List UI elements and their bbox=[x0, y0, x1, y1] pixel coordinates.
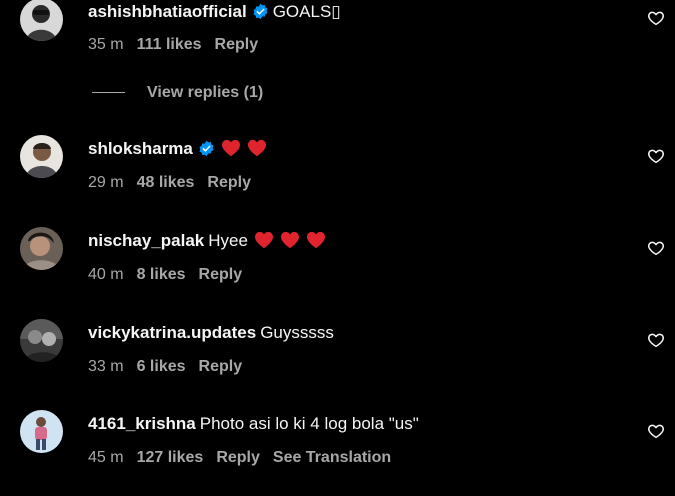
divider-line bbox=[92, 92, 125, 94]
likes-count[interactable]: 111 likes bbox=[137, 36, 202, 53]
comment-meta: 33 m 6 likes Reply bbox=[88, 357, 255, 377]
red-heart-emoji bbox=[254, 231, 273, 249]
heart-outline-icon bbox=[648, 424, 664, 439]
avatar[interactable] bbox=[20, 410, 63, 453]
comment: 4161_krishna Photo asi lo ki 4 log bola "… bbox=[0, 410, 675, 490]
comment-line: ashishbhatiaofficial GOALS▯ bbox=[88, 1, 341, 23]
avatar[interactable] bbox=[20, 319, 63, 362]
view-replies-button[interactable]: View replies (1) bbox=[92, 82, 263, 104]
comment-meta: 29 m 48 likes Reply bbox=[88, 173, 264, 193]
likes-count[interactable]: 48 likes bbox=[137, 174, 195, 191]
timestamp[interactable]: 29 m bbox=[88, 174, 124, 191]
likes-count[interactable]: 127 likes bbox=[137, 449, 204, 466]
comment-line: 4161_krishna Photo asi lo ki 4 log bola "… bbox=[88, 413, 419, 435]
comment-line: nischay_palak Hyee bbox=[88, 230, 326, 252]
avatar[interactable] bbox=[20, 135, 63, 178]
comment: shloksharma 29 m 48 likes Reply bbox=[0, 135, 675, 215]
username[interactable]: vickykatrina.updates bbox=[88, 323, 256, 342]
reply-button[interactable]: Reply bbox=[199, 358, 243, 375]
comment-text: Photo asi lo ki 4 log bola "us" bbox=[199, 414, 419, 433]
timestamp[interactable]: 45 m bbox=[88, 449, 124, 466]
comment-text: Hyee bbox=[208, 231, 248, 250]
see-translation-button[interactable]: See Translation bbox=[273, 449, 391, 466]
like-button[interactable] bbox=[647, 331, 665, 349]
reply-button[interactable]: Reply bbox=[216, 449, 260, 466]
username[interactable]: nischay_palak bbox=[88, 231, 204, 250]
reply-button[interactable]: Reply bbox=[215, 36, 259, 53]
comment: ashishbhatiaofficial GOALS▯ 35 m 111 likes… bbox=[0, 0, 675, 101]
comment-line: vickykatrina.updates Guysssss bbox=[88, 322, 334, 344]
comments-list: ashishbhatiaofficial GOALS▯ 35 m 111 likes… bbox=[0, 0, 675, 496]
timestamp[interactable]: 40 m bbox=[88, 266, 124, 283]
comment-text: Guysssss bbox=[260, 323, 334, 342]
comment: vickykatrina.updates Guysssss 33 m 6 likes… bbox=[0, 319, 675, 399]
like-button[interactable] bbox=[647, 9, 665, 27]
heart-outline-icon bbox=[648, 241, 664, 256]
red-heart-emoji bbox=[306, 231, 325, 249]
reply-button[interactable]: Reply bbox=[199, 266, 243, 283]
avatar[interactable] bbox=[20, 227, 63, 270]
comment-meta: 35 m 111 likes Reply bbox=[88, 35, 271, 55]
red-heart-emoji bbox=[247, 139, 266, 157]
view-replies-label: View replies (1) bbox=[147, 84, 264, 101]
avatar[interactable] bbox=[20, 0, 63, 41]
heart-outline-icon bbox=[648, 11, 664, 26]
verified-badge-icon bbox=[253, 3, 268, 20]
timestamp[interactable]: 33 m bbox=[88, 358, 124, 375]
comment-text: GOALS▯ bbox=[272, 2, 341, 21]
comment-meta: 45 m 127 likes Reply See Translation bbox=[88, 448, 404, 468]
username[interactable]: 4161_krishna bbox=[88, 414, 196, 433]
heart-outline-icon bbox=[648, 333, 664, 348]
likes-count[interactable]: 6 likes bbox=[137, 358, 186, 375]
comment-line: shloksharma bbox=[88, 138, 267, 160]
reply-button[interactable]: Reply bbox=[207, 174, 251, 191]
username[interactable]: ashishbhatiaofficial bbox=[88, 2, 247, 21]
red-heart-emoji bbox=[280, 231, 299, 249]
timestamp[interactable]: 35 m bbox=[88, 36, 124, 53]
like-button[interactable] bbox=[647, 147, 665, 165]
username[interactable]: shloksharma bbox=[88, 139, 193, 158]
like-button[interactable] bbox=[647, 239, 665, 257]
heart-outline-icon bbox=[648, 149, 664, 164]
red-heart-emoji bbox=[221, 139, 240, 157]
verified-badge-icon bbox=[199, 140, 214, 157]
comment-meta: 40 m 8 likes Reply bbox=[88, 265, 255, 285]
likes-count[interactable]: 8 likes bbox=[137, 266, 186, 283]
comment: nischay_palak Hyee 40 m 8 likes Reply bbox=[0, 227, 675, 307]
like-button[interactable] bbox=[647, 422, 665, 440]
